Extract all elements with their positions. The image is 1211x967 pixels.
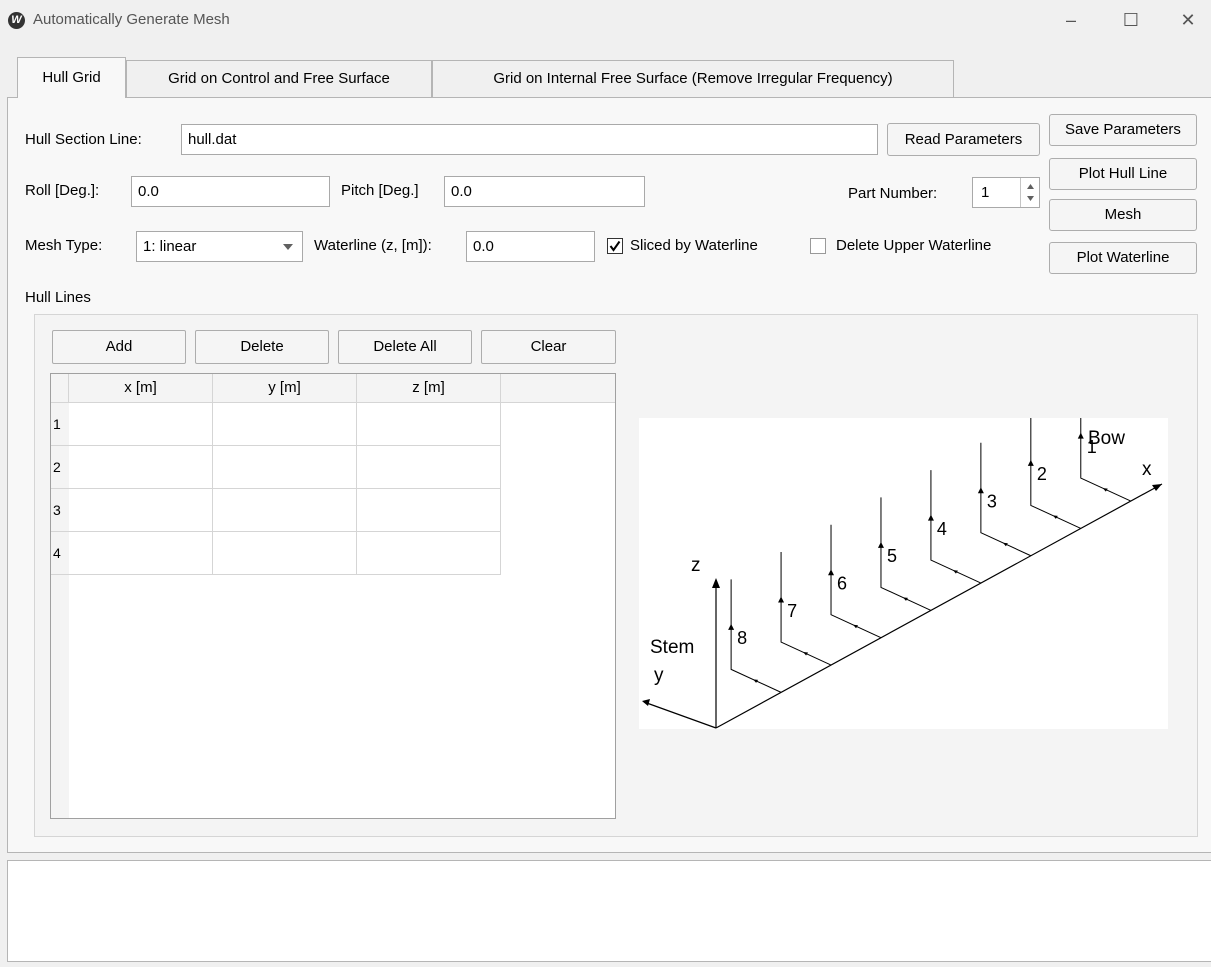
table-cell[interactable] xyxy=(69,403,213,446)
spin-arrows-icon xyxy=(1027,184,1034,201)
mesh-type-label: Mesh Type: xyxy=(25,237,103,254)
station-up-arrow xyxy=(1027,459,1034,466)
row-header[interactable]: 4 xyxy=(51,532,69,575)
column-header-y[interactable]: y [m] xyxy=(213,374,357,403)
close-button[interactable]: ✕ xyxy=(1165,6,1211,36)
station-label: 3 xyxy=(987,492,997,512)
table-cell[interactable] xyxy=(357,446,501,489)
delete-button[interactable]: Delete xyxy=(195,330,329,364)
dropdown-arrow-icon xyxy=(283,244,293,250)
read-parameters-button[interactable]: Read Parameters xyxy=(887,123,1040,156)
table-cell[interactable] xyxy=(213,446,357,489)
roll-input[interactable]: 0.0 xyxy=(131,176,330,207)
maximize-button[interactable]: ☐ xyxy=(1108,6,1154,36)
stem-label: Stem xyxy=(650,637,694,658)
app-icon: W xyxy=(8,12,25,29)
station-up-arrow xyxy=(778,596,785,603)
table-cell[interactable] xyxy=(213,403,357,446)
bow-label: Bow xyxy=(1088,428,1125,449)
mesh-type-select[interactable]: 1: linear xyxy=(136,231,303,262)
tab-hull-grid[interactable]: Hull Grid xyxy=(17,57,126,98)
table-cell[interactable] xyxy=(213,532,357,575)
clear-button[interactable]: Clear xyxy=(481,330,616,364)
header-filler xyxy=(501,374,615,403)
hull-coordinate-diagram: 12345678 Bow x z Stem y xyxy=(639,418,1168,729)
x-axis-label: x xyxy=(1142,459,1152,480)
save-parameters-button[interactable]: Save Parameters xyxy=(1049,114,1197,146)
hull-section-label: Hull Section Line: xyxy=(25,131,142,148)
part-number-label: Part Number: xyxy=(848,185,938,202)
z-axis-label: z xyxy=(691,555,701,576)
table-cell[interactable] xyxy=(69,446,213,489)
mesh-type-value: 1: linear xyxy=(143,238,197,255)
station-label: 8 xyxy=(737,628,747,648)
station-label: 7 xyxy=(787,601,797,621)
y-axis-arrowhead xyxy=(642,699,650,706)
output-log-area xyxy=(7,860,1211,962)
hull-diagram-svg: 12345678 Bow x z Stem y xyxy=(642,418,1163,729)
station-up-arrow xyxy=(977,487,984,494)
pitch-label: Pitch [Deg.] xyxy=(341,182,419,199)
minimize-button[interactable]: – xyxy=(1048,6,1094,36)
station-label: 6 xyxy=(837,574,847,594)
table-cell[interactable] xyxy=(69,532,213,575)
part-number-value: 1 xyxy=(981,184,990,201)
table-cell[interactable] xyxy=(357,532,501,575)
station-label: 2 xyxy=(1037,464,1047,484)
roll-label: Roll [Deg.]: xyxy=(25,182,100,199)
delete-upper-waterline-checkbox[interactable] xyxy=(810,238,826,254)
sliced-by-waterline-checkbox[interactable] xyxy=(607,238,623,254)
column-header-x[interactable]: x [m] xyxy=(69,374,213,403)
waterline-input[interactable]: 0.0 xyxy=(466,231,595,262)
row-header[interactable]: 1 xyxy=(51,403,69,446)
row-header[interactable]: 2 xyxy=(51,446,69,489)
waterline-label: Waterline (z, [m]): xyxy=(314,237,432,254)
station-up-arrow xyxy=(828,569,835,576)
hull-lines-table[interactable]: x [m] y [m] z [m] 1 2 3 4 xyxy=(50,373,616,819)
station-up-arrow xyxy=(1077,432,1084,439)
column-header-z[interactable]: z [m] xyxy=(357,374,501,403)
pitch-input[interactable]: 0.0 xyxy=(444,176,645,207)
hull-lines-title: Hull Lines xyxy=(25,289,91,306)
mesh-button[interactable]: Mesh xyxy=(1049,199,1197,231)
spin-arrows[interactable] xyxy=(1020,178,1039,207)
station-labels-group: 12345678 xyxy=(737,437,1097,648)
plot-hull-line-button[interactable]: Plot Hull Line xyxy=(1049,158,1197,190)
station-up-arrow xyxy=(728,623,735,630)
delete-upper-waterline-label: Delete Upper Waterline xyxy=(836,237,992,254)
window-title: Automatically Generate Mesh xyxy=(33,11,230,28)
table-cell[interactable] xyxy=(69,489,213,532)
station-up-arrow xyxy=(927,514,934,521)
table-cell[interactable] xyxy=(357,489,501,532)
z-axis-arrowhead xyxy=(712,578,720,588)
add-button[interactable]: Add xyxy=(52,330,186,364)
table-corner xyxy=(51,374,69,403)
part-number-spinbox[interactable]: 1 xyxy=(972,177,1040,208)
station-up-arrow xyxy=(877,541,884,548)
y-axis-label: y xyxy=(654,665,664,686)
hull-section-input[interactable]: hull.dat xyxy=(181,124,878,155)
x-axis-arrowhead xyxy=(1152,484,1162,491)
station-lines-group xyxy=(728,418,1131,693)
table-cell[interactable] xyxy=(213,489,357,532)
table-cell[interactable] xyxy=(357,403,501,446)
tab-grid-internal-free-surface[interactable]: Grid on Internal Free Surface (Remove Ir… xyxy=(432,60,954,97)
tab-grid-control-free-surface[interactable]: Grid on Control and Free Surface xyxy=(126,60,432,97)
station-label: 4 xyxy=(937,519,947,539)
y-axis-line xyxy=(643,701,717,729)
row-header[interactable]: 3 xyxy=(51,489,69,532)
station-label: 5 xyxy=(887,546,897,566)
sliced-by-waterline-label: Sliced by Waterline xyxy=(630,237,758,254)
title-bar: W Automatically Generate Mesh – ☐ ✕ xyxy=(0,0,1211,42)
checkmark-icon xyxy=(609,240,621,252)
delete-all-button[interactable]: Delete All xyxy=(338,330,472,364)
plot-waterline-button[interactable]: Plot Waterline xyxy=(1049,242,1197,274)
